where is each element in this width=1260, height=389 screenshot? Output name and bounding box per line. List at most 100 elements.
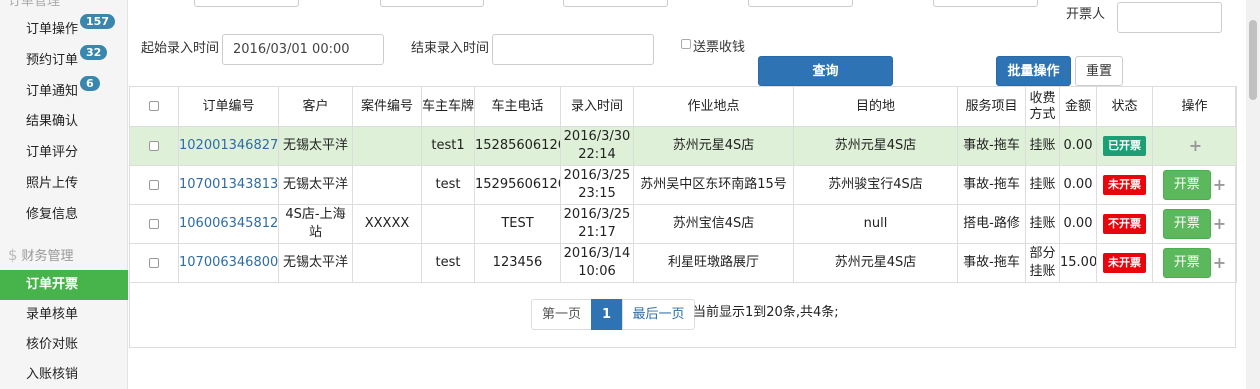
plus-icon[interactable]: +: [1213, 176, 1226, 194]
table-row[interactable]: 102001346827 无锡太平洋 test1 15285606126 2016/3/…: [129, 126, 1237, 166]
issue-invoice-button[interactable]: 开票: [1162, 248, 1211, 278]
sidebar-item[interactable]: 结果确认: [0, 107, 128, 137]
sidebar-item[interactable]: 入账核销: [0, 360, 128, 389]
operation-cell: 开票 +: [1152, 204, 1237, 244]
order-number-link[interactable]: 102001346827: [180, 138, 278, 153]
select-all-checkbox[interactable]: [149, 101, 159, 111]
work-place: 苏州宝信4S店: [672, 216, 755, 231]
pay-method-cell: 挂账: [1025, 165, 1060, 205]
destination-cell: 苏州元星4S店: [793, 126, 958, 166]
amount: 0.00: [1063, 216, 1093, 231]
sidebar-item[interactable]: 照片上传: [0, 169, 128, 199]
status-badge: 已开票: [1103, 136, 1146, 156]
col-header: 操作: [1152, 86, 1237, 127]
query-button[interactable]: 查询: [758, 56, 893, 86]
pagination-current-page[interactable]: 1: [591, 299, 622, 330]
count-badge: 157: [80, 14, 115, 29]
row-checkbox[interactable]: [149, 140, 159, 151]
batch-operation-button[interactable]: 批量操作: [996, 56, 1071, 86]
plate: test1: [431, 138, 465, 153]
phone: 123456: [492, 255, 543, 270]
status-cell: 已开票: [1096, 126, 1153, 166]
destination: 苏州骏宝行4S店: [828, 177, 923, 192]
sidebar-item-label: 订单开票: [26, 277, 79, 292]
col-header: 状态: [1096, 86, 1153, 127]
case-number-cell: XXXXX: [352, 204, 422, 244]
issue-invoice-button[interactable]: 开票: [1162, 170, 1211, 200]
issue-invoice-button[interactable]: 开票: [1162, 209, 1211, 239]
amount-cell: 0.00: [1059, 165, 1097, 205]
work-place: 利星旺墩路展厅: [667, 255, 759, 270]
count-badge: 32: [80, 45, 108, 60]
customer: 无锡太平洋: [282, 177, 348, 192]
phone-cell: 15285606126: [474, 126, 561, 166]
service: 事故-拖车: [963, 177, 1020, 192]
row-checkbox[interactable]: [149, 257, 159, 268]
status-cell: 未开票: [1096, 243, 1153, 283]
sidebar-item-label: 录单核单: [26, 307, 79, 322]
sidebar-item[interactable]: 订单评分: [0, 138, 128, 168]
sidebar-item[interactable]: 预约订单32: [0, 45, 128, 75]
row-checkbox[interactable]: [149, 179, 159, 190]
row-select-cell[interactable]: [129, 204, 179, 244]
filter-input[interactable]: [748, 0, 853, 7]
ticket-person-input[interactable]: [1117, 2, 1222, 33]
plate-cell: test: [421, 243, 475, 283]
table-row[interactable]: 106006345812 4S店-上海站 XXXXX TEST 2016/3/25 21:…: [129, 204, 1237, 244]
order-number-cell: 106006345812: [178, 204, 279, 244]
row-select-cell[interactable]: [129, 165, 179, 205]
pagination-last[interactable]: 最后一页: [622, 299, 695, 330]
table-row[interactable]: 107006346800 无锡太平洋 test 123456 2016/3/14 10:0…: [129, 243, 1237, 283]
plus-icon[interactable]: +: [1189, 136, 1202, 155]
row-select-cell[interactable]: [129, 243, 179, 283]
sidebar-item[interactable]: 订单开票: [0, 270, 128, 300]
sidebar-item[interactable]: 核价对账: [0, 330, 128, 360]
entry-clock: 21:17: [578, 225, 616, 240]
filter-input[interactable]: [194, 0, 299, 7]
filter-input[interactable]: [563, 0, 668, 7]
plus-icon[interactable]: +: [1213, 254, 1226, 272]
entry-clock: 23:15: [578, 186, 616, 201]
pay-method-cell: 挂账: [1025, 204, 1060, 244]
select-all-cell[interactable]: [129, 86, 179, 127]
order-number-link[interactable]: 107006346800: [180, 255, 278, 270]
entry-time-cell: 2016/3/14 10:06: [560, 243, 634, 283]
row-checkbox[interactable]: [149, 218, 159, 229]
destination-cell: 苏州元星4S店: [793, 243, 958, 283]
plate-cell: test: [421, 165, 475, 205]
scrollbar-thumb[interactable]: [1249, 20, 1257, 100]
start-time-input[interactable]: 2016/03/01 00:00: [222, 34, 384, 65]
sidebar-item-label: 核价对账: [26, 337, 79, 352]
order-number-link[interactable]: 106006345812: [180, 216, 278, 231]
service-cell: 事故-拖车: [957, 165, 1026, 205]
destination: 苏州元星4S店: [834, 138, 917, 153]
customer-cell: 无锡太平洋: [278, 243, 353, 283]
case-number: XXXXX: [364, 216, 410, 231]
pagination-first[interactable]: 第一页: [531, 299, 592, 330]
service-cell: 事故-拖车: [957, 243, 1026, 283]
table-header-row: 订单编号 客户 案件编号 车主车牌 车主电话 录入时间 作业地点 目的地 服务项…: [129, 86, 1237, 127]
row-select-cell[interactable]: [129, 126, 179, 166]
order-number-link[interactable]: 107001343813: [180, 177, 278, 192]
operation-cell: 开票 +: [1152, 243, 1237, 283]
sidebar-item[interactable]: 录单核单: [0, 300, 128, 330]
reset-button[interactable]: 重置: [1075, 56, 1123, 86]
filter-input[interactable]: [933, 0, 1038, 7]
send-ticket-checkbox[interactable]: [681, 39, 691, 49]
col-header: 服务项目: [957, 86, 1026, 127]
amount: 0.00: [1063, 177, 1093, 192]
sidebar-item[interactable]: 订单操作157: [0, 14, 128, 44]
sidebar-item[interactable]: 修复信息: [0, 200, 128, 230]
count-badge: 6: [80, 76, 100, 91]
pay-method: 挂账: [1029, 138, 1056, 153]
destination: null: [863, 216, 888, 231]
work-place: 苏州元星4S店: [672, 138, 755, 153]
table-row[interactable]: 107001343813 无锡太平洋 test 15295606126 2016/3/2…: [129, 165, 1237, 205]
filter-input[interactable]: [380, 0, 484, 7]
customer: 无锡太平洋: [282, 138, 348, 153]
customer-cell: 4S店-上海站: [278, 204, 353, 244]
dollar-icon: $: [8, 246, 18, 264]
sidebar-item[interactable]: 订单通知6: [0, 76, 128, 106]
plus-icon[interactable]: +: [1213, 215, 1226, 233]
end-time-input[interactable]: [492, 34, 654, 65]
